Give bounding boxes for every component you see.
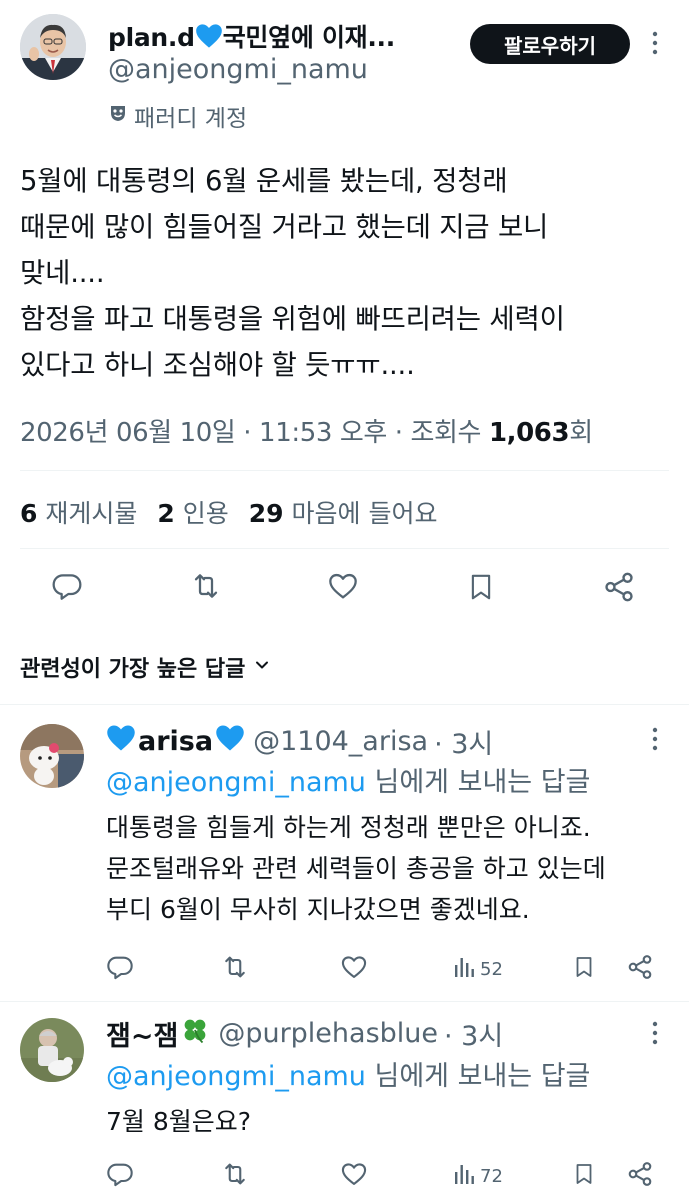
reply-to-label: 님에게 보내는 답글 xyxy=(365,1061,591,1092)
reply-sort-dropdown[interactable]: 관련성이 가장 높은 답글 xyxy=(20,651,271,683)
share-icon[interactable] xyxy=(626,953,654,985)
reply-to-mention[interactable]: @anjeongmi_namu xyxy=(106,767,366,798)
more-options-icon[interactable] xyxy=(650,1020,660,1050)
bookmark-icon[interactable] xyxy=(572,953,596,985)
likes-stat[interactable]: 29 마음에 들어요 xyxy=(249,494,438,530)
quotes-stat[interactable]: 2 인용 xyxy=(157,494,228,530)
quotes-count: 2 xyxy=(157,499,175,528)
views-count: 52 xyxy=(480,958,503,980)
chevron-down-icon xyxy=(253,655,271,680)
retweets-count: 6 xyxy=(20,499,38,528)
author-avatar[interactable] xyxy=(20,14,86,80)
reply-avatar[interactable] xyxy=(20,1018,84,1082)
reply-display-name[interactable]: 잼~잼 xyxy=(106,1014,210,1053)
retweet-icon[interactable] xyxy=(220,953,250,985)
blue-heart-icon xyxy=(195,23,223,55)
like-icon[interactable] xyxy=(340,1160,368,1192)
parody-badge: 패러디 계정 xyxy=(108,99,247,133)
retweets-stat[interactable]: 6 재게시물 xyxy=(20,494,137,530)
blue-heart-icon xyxy=(106,724,136,759)
four-leaf-clover-icon xyxy=(180,1015,210,1052)
more-options-icon[interactable] xyxy=(650,30,660,60)
views-unit: 회 xyxy=(569,418,593,448)
divider xyxy=(20,470,669,471)
theater-mask-icon xyxy=(108,103,128,129)
like-icon[interactable] xyxy=(340,953,368,985)
views-button[interactable]: 52 xyxy=(454,955,503,983)
meta-separator: · xyxy=(386,418,411,448)
bookmark-icon[interactable] xyxy=(572,1160,596,1192)
reply-to-label: 님에게 보내는 답글 xyxy=(365,767,591,798)
reply-handle[interactable]: @1104_arisa xyxy=(253,726,428,757)
author-display-name[interactable]: plan.d 국민옆에 이재... xyxy=(108,18,395,55)
reply-icon[interactable] xyxy=(50,570,84,602)
views-button[interactable]: 72 xyxy=(454,1162,503,1190)
reply-header: arisa @1104_arisa · 3시 xyxy=(106,722,493,761)
reply-comment-icon[interactable] xyxy=(106,953,134,985)
likes-count: 29 xyxy=(248,499,284,528)
share-icon[interactable] xyxy=(602,570,636,604)
divider xyxy=(0,704,689,705)
tweet-meta: 2026년 06월 10일 · 11:53 오후 · 조회수 1,063회 xyxy=(20,412,593,449)
follow-button[interactable]: 팔로우하기 xyxy=(470,24,630,64)
reply-handle[interactable]: @purplehasblue xyxy=(218,1018,438,1049)
retweet-icon[interactable] xyxy=(188,570,224,602)
bookmark-icon[interactable] xyxy=(466,570,496,604)
display-name-text: plan.d xyxy=(108,23,195,52)
reply-header: 잼~잼 @purplehasblue · 3시 xyxy=(106,1014,503,1053)
views-label: 조회수 xyxy=(410,418,489,448)
views-count: 72 xyxy=(480,1165,503,1187)
replying-to: @anjeongmi_namu 님에게 보내는 답글 xyxy=(106,760,590,799)
analytics-icon xyxy=(454,955,476,983)
retweet-icon[interactable] xyxy=(220,1160,250,1192)
reply-name-text: arisa xyxy=(138,726,214,757)
reply-name-text: 잼~잼 xyxy=(106,1021,179,1052)
parody-label: 패러디 계정 xyxy=(134,106,248,132)
reply-time[interactable]: · 3시 xyxy=(434,722,493,761)
display-name-suffix: 국민옆에 이재... xyxy=(222,23,396,52)
share-icon[interactable] xyxy=(626,1160,654,1192)
reply-text: 대통령을 힘들게 하는게 정청래 뿐만은 아니죠. 문조털래유와 관련 세력들이… xyxy=(106,813,606,924)
likes-label: 마음에 들어요 xyxy=(291,499,438,528)
replying-to: @anjeongmi_namu 님에게 보내는 답글 xyxy=(106,1054,590,1093)
meta-separator: · xyxy=(235,418,260,448)
reply-avatar[interactable] xyxy=(20,724,84,788)
divider xyxy=(0,1001,689,1002)
engagement-stats: 6 재게시물 2 인용 29 마음에 들어요 xyxy=(20,494,437,530)
author-handle[interactable]: @anjeongmi_namu xyxy=(108,54,368,85)
reply-to-mention[interactable]: @anjeongmi_namu xyxy=(106,1061,366,1092)
reply-comment-icon[interactable] xyxy=(106,1160,134,1192)
tweet-text: 5월에 대통령의 6월 운세를 봤는데, 정청래 때문에 많이 힘들어질 거라고… xyxy=(20,165,565,381)
more-options-icon[interactable] xyxy=(650,726,660,756)
sort-label: 관련성이 가장 높은 답글 xyxy=(20,657,246,682)
blue-heart-icon xyxy=(215,724,245,759)
tweet-date[interactable]: 2026년 06월 10일 xyxy=(20,418,236,448)
reply-text: 7월 8월은요? xyxy=(106,1107,252,1136)
views-count: 1,063 xyxy=(488,418,570,448)
reply-display-name[interactable]: arisa xyxy=(106,724,245,759)
reply-time[interactable]: · 3시 xyxy=(444,1014,503,1053)
divider xyxy=(20,548,669,549)
like-icon[interactable] xyxy=(326,570,360,602)
analytics-icon xyxy=(454,1162,476,1190)
tweet-time[interactable]: 11:53 오후 xyxy=(259,418,387,448)
retweets-label: 재게시물 xyxy=(45,499,138,528)
quotes-label: 인용 xyxy=(182,499,229,528)
